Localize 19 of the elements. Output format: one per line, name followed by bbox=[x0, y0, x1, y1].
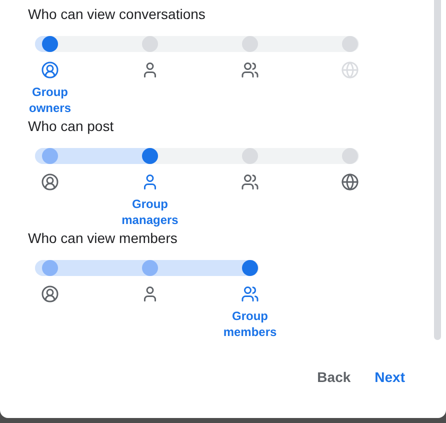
setting-title: Who can view members bbox=[28, 229, 178, 248]
slider-stop[interactable] bbox=[242, 260, 258, 276]
slider-stop[interactable] bbox=[142, 36, 158, 52]
slider-stop[interactable] bbox=[342, 148, 358, 164]
slider-stop[interactable] bbox=[242, 36, 258, 52]
slider-stop[interactable] bbox=[242, 148, 258, 164]
option-label: Group members bbox=[222, 308, 278, 340]
slider-track[interactable] bbox=[35, 260, 259, 276]
option-label: Group owners bbox=[28, 84, 72, 116]
slider-stop[interactable] bbox=[142, 148, 158, 164]
slider-track[interactable] bbox=[35, 36, 359, 52]
slider-stop[interactable] bbox=[42, 36, 58, 52]
next-button[interactable]: Next bbox=[362, 359, 417, 395]
option-label: Group managers bbox=[120, 196, 180, 228]
back-button[interactable]: Back bbox=[305, 359, 363, 395]
scrollbar[interactable] bbox=[434, 0, 441, 340]
slider-track[interactable] bbox=[35, 148, 359, 164]
setting-title: Who can view conversations bbox=[28, 5, 206, 24]
setting-title: Who can post bbox=[28, 117, 115, 136]
